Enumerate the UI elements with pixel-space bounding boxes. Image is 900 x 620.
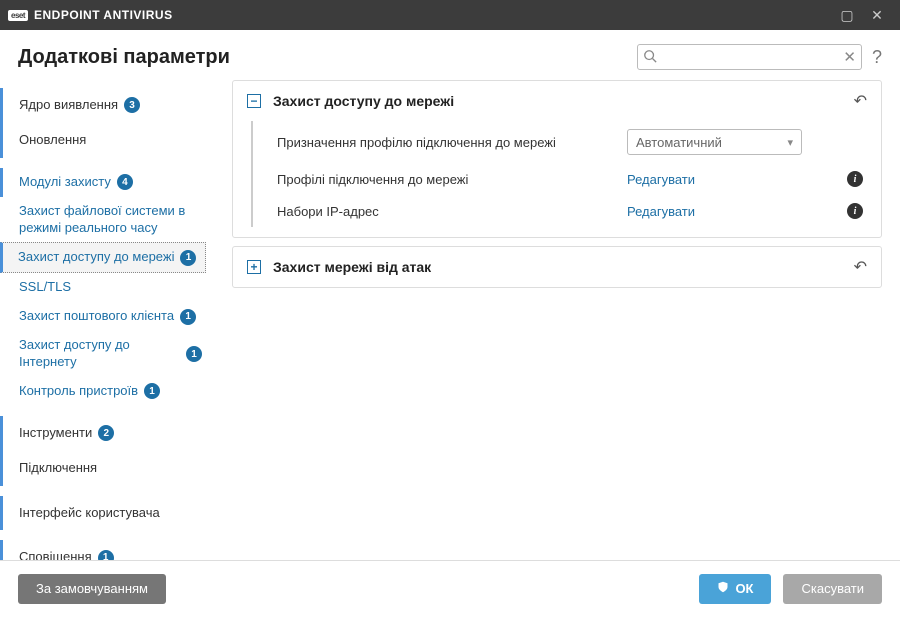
- sidebar-item-mail-client[interactable]: Захист поштового клієнта 1: [0, 302, 210, 331]
- brand: eset ENDPOINT ANTIVIRUS: [8, 8, 173, 22]
- panel-header[interactable]: + Захист мережі від атак ↶: [233, 247, 881, 287]
- sidebar-item-label: Інструменти: [19, 425, 92, 442]
- clear-search-icon[interactable]: ✕: [843, 48, 856, 66]
- row-label: Профілі підключення до мережі: [277, 172, 627, 187]
- sidebar-item-label: Ядро виявлення: [19, 97, 118, 114]
- sidebar-item-internet-access[interactable]: Захист доступу до Інтернету 1: [0, 331, 210, 377]
- select-value: Автоматичний: [636, 135, 722, 150]
- expand-icon[interactable]: +: [247, 260, 261, 274]
- collapse-icon[interactable]: −: [247, 94, 261, 108]
- undo-icon[interactable]: ↶: [854, 91, 867, 111]
- badge: 1: [180, 250, 196, 266]
- profile-assignment-select[interactable]: Автоматичний ▾: [627, 129, 802, 155]
- sidebar-item-network-access[interactable]: Захист доступу до мережі 1: [0, 242, 206, 273]
- main-content: − Захист доступу до мережі ↶ Призначення…: [210, 80, 900, 560]
- badge: 1: [98, 550, 114, 560]
- panel-network-access: − Захист доступу до мережі ↶ Призначення…: [232, 80, 882, 238]
- sidebar-item-label: Підключення: [19, 460, 97, 477]
- badge: 1: [144, 383, 160, 399]
- sidebar-item-label: Захист поштового клієнта: [19, 308, 174, 325]
- title-bar: eset ENDPOINT ANTIVIRUS ▢ ✕: [0, 0, 900, 30]
- header: Додаткові параметри ✕ ?: [0, 30, 900, 80]
- sidebar-item-label: Оновлення: [19, 132, 86, 149]
- sidebar-item-connections[interactable]: Підключення: [0, 451, 210, 486]
- row-label: Набори IP-адрес: [277, 204, 627, 219]
- sidebar-item-label: Інтерфейс користувача: [19, 505, 160, 522]
- search-icon: [643, 49, 657, 66]
- row-profile-assignment: Призначення профілю підключення до мереж…: [253, 121, 867, 163]
- panel-attack-protection: + Захист мережі від атак ↶: [232, 246, 882, 288]
- sidebar-item-notifications[interactable]: Сповіщення 1: [0, 540, 210, 560]
- sidebar-item-label: Захист файлової системи в режимі реально…: [19, 203, 202, 237]
- sidebar-item-label: Модулі захисту: [19, 174, 111, 191]
- badge: 2: [98, 425, 114, 441]
- window-maximize-button[interactable]: ▢: [832, 7, 862, 24]
- help-icon[interactable]: ?: [872, 47, 882, 68]
- shield-icon: [717, 581, 729, 596]
- sidebar-item-label: Захист доступу до мережі: [18, 249, 174, 266]
- defaults-button[interactable]: За замовчуванням: [18, 574, 166, 604]
- row-connection-profiles: Профілі підключення до мережі Редагувати…: [253, 163, 867, 195]
- sidebar-item-tools[interactable]: Інструменти 2: [0, 416, 210, 451]
- sidebar-item-detection-core[interactable]: Ядро виявлення 3: [0, 88, 210, 123]
- badge: 3: [124, 97, 140, 113]
- info-icon[interactable]: i: [847, 203, 863, 219]
- footer: За замовчуванням ОК Скасувати: [0, 560, 900, 616]
- panel-header[interactable]: − Захист доступу до мережі ↶: [233, 81, 881, 121]
- sidebar-item-ui[interactable]: Інтерфейс користувача: [0, 496, 210, 531]
- sidebar-item-label: Сповіщення: [19, 549, 92, 560]
- sidebar: Ядро виявлення 3 Оновлення Модулі захист…: [0, 80, 210, 560]
- undo-icon[interactable]: ↶: [854, 257, 867, 277]
- chevron-down-icon: ▾: [787, 136, 793, 149]
- info-icon[interactable]: i: [847, 171, 863, 187]
- badge: 1: [180, 309, 196, 325]
- sidebar-item-ssl-tls[interactable]: SSL/TLS: [0, 273, 210, 302]
- row-label: Призначення профілю підключення до мереж…: [277, 135, 627, 150]
- sidebar-item-device-control[interactable]: Контроль пристроїв 1: [0, 377, 210, 406]
- sidebar-item-protection-modules[interactable]: Модулі захисту 4: [0, 168, 210, 197]
- brand-text: ENDPOINT ANTIVIRUS: [34, 8, 173, 22]
- brand-logo: eset: [8, 10, 28, 21]
- ok-label: ОК: [735, 581, 753, 596]
- sidebar-item-updates[interactable]: Оновлення: [0, 123, 210, 158]
- row-ip-sets: Набори IP-адрес Редагувати i: [253, 195, 867, 227]
- edit-profiles-link[interactable]: Редагувати: [627, 172, 695, 187]
- panel-body: Призначення профілю підключення до мереж…: [251, 121, 867, 227]
- edit-ipsets-link[interactable]: Редагувати: [627, 204, 695, 219]
- search-input[interactable]: [637, 44, 862, 70]
- cancel-button[interactable]: Скасувати: [783, 574, 882, 604]
- sidebar-item-label: SSL/TLS: [19, 279, 71, 296]
- window-close-button[interactable]: ✕: [862, 7, 892, 24]
- page-title: Додаткові параметри: [18, 46, 637, 69]
- sidebar-item-label: Контроль пристроїв: [19, 383, 138, 400]
- panel-title: Захист мережі від атак: [273, 259, 854, 275]
- ok-button[interactable]: ОК: [699, 574, 771, 604]
- badge: 4: [117, 174, 133, 190]
- panel-title: Захист доступу до мережі: [273, 93, 854, 109]
- search-wrap: ✕: [637, 44, 862, 70]
- badge: 1: [186, 346, 202, 362]
- sidebar-item-label: Захист доступу до Інтернету: [19, 337, 180, 371]
- sidebar-item-realtime-fs[interactable]: Захист файлової системи в режимі реально…: [0, 197, 210, 243]
